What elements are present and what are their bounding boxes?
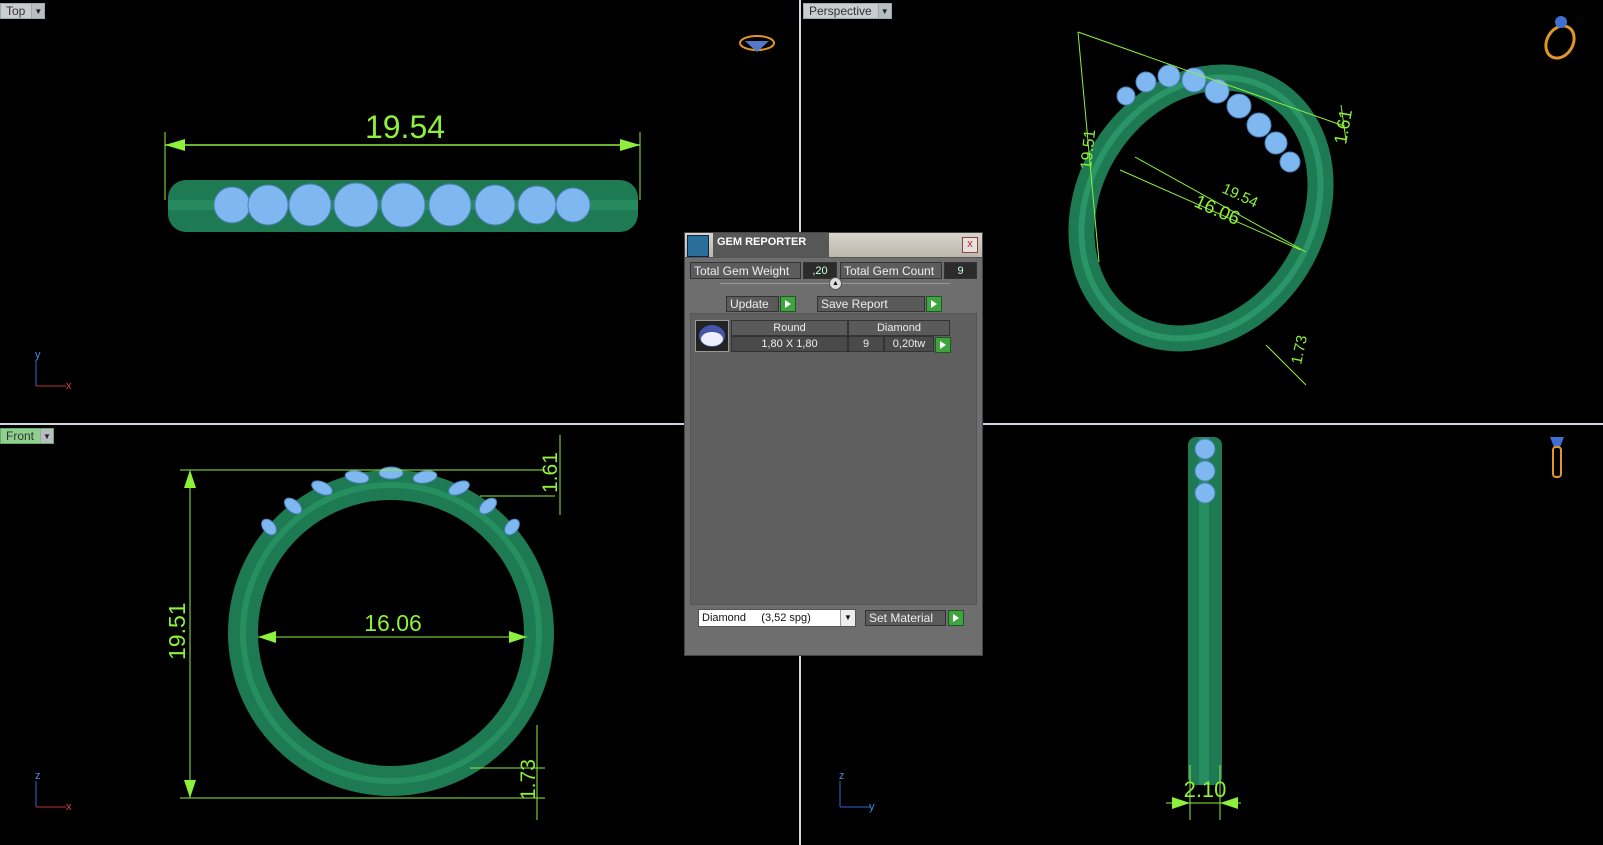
front-dim-bottom: 1.73 xyxy=(517,759,540,800)
right-dim-width: 2.10 xyxy=(1184,777,1227,802)
chevron-down-icon[interactable]: ▼ xyxy=(31,4,45,18)
viewport-perspective-label[interactable]: Perspective ▼ xyxy=(803,3,892,19)
total-gem-count-label: Total Gem Count xyxy=(840,262,942,279)
gem-view-icon[interactable] xyxy=(739,35,775,52)
chevron-down-icon[interactable]: ▼ xyxy=(40,429,54,443)
gem-count-cell: 9 xyxy=(848,336,884,352)
top-dim-width: 19.54 xyxy=(365,109,445,145)
right-axis-z: z xyxy=(839,770,845,782)
update-go-icon[interactable] xyxy=(780,296,796,312)
gem-reporter-panel: GEM REPORTER x Total Gem Weight ,20 Tota… xyxy=(684,232,983,656)
chevron-down-icon[interactable]: ▼ xyxy=(877,4,891,18)
round-gem-icon xyxy=(695,320,729,352)
gem-material-cell: Diamond xyxy=(848,320,950,336)
material-select[interactable]: Diamond (3,52 spg) ▼ xyxy=(698,609,856,627)
total-gem-weight-label: Total Gem Weight xyxy=(690,262,801,279)
save-report-button[interactable]: Save Report xyxy=(817,296,925,312)
set-material-go-icon[interactable] xyxy=(948,610,964,626)
gem-reporter-app-icon xyxy=(687,235,709,257)
gem-reporter-title: GEM REPORTER xyxy=(713,233,829,257)
viewport-front-label[interactable]: Front ▼ xyxy=(0,428,55,444)
gem-shape-cell: Round xyxy=(731,320,848,336)
close-icon[interactable]: x xyxy=(962,237,978,253)
right-axis-y: y xyxy=(869,801,875,813)
gem-list[interactable]: Round Diamond 1,80 X 1,80 9 0,20tw xyxy=(690,313,977,605)
persp-dim-bottom: 1.73 xyxy=(1288,334,1311,366)
gem-weight-cell: 0,20tw xyxy=(884,336,934,352)
chevron-down-icon[interactable]: ▼ xyxy=(840,610,855,626)
top-view-canvas: 19.54 y x xyxy=(35,35,775,392)
set-material-button[interactable]: Set Material xyxy=(865,610,946,626)
front-dim-inner: 16.06 xyxy=(364,610,422,636)
update-button[interactable]: Update xyxy=(726,296,779,312)
viewport-top-label[interactable]: Top ▼ xyxy=(0,3,46,19)
front-view-canvas: 19.51 16.06 1.61 1.73 z x xyxy=(35,435,562,820)
collapse-icon[interactable]: ▲ xyxy=(829,277,842,290)
top-axis-x: x xyxy=(66,380,72,392)
total-gem-count-value[interactable]: 9 xyxy=(944,262,977,279)
viewport-top[interactable]: 19.54 y x Top ▼ xyxy=(0,0,799,423)
front-axis-z: z xyxy=(35,770,41,782)
gem-reporter-titlebar[interactable]: GEM REPORTER x xyxy=(685,233,982,258)
gem-size-cell: 1,80 X 1,80 xyxy=(731,336,848,352)
ring-view-icon[interactable] xyxy=(1540,16,1580,63)
front-dim-top: 1.61 xyxy=(539,452,562,493)
top-axis-y: y xyxy=(35,349,41,361)
gem-row-go-icon[interactable] xyxy=(935,337,951,353)
front-axis-x: x xyxy=(66,801,72,813)
total-gem-weight-value[interactable]: ,20 xyxy=(803,262,837,279)
save-report-go-icon[interactable] xyxy=(926,296,942,312)
viewport-front[interactable]: 19.51 16.06 1.61 1.73 z x Front ▼ xyxy=(0,425,799,845)
front-dim-height: 19.51 xyxy=(164,602,190,660)
persp-dim-top: 1.61 xyxy=(1330,108,1356,146)
side-view-icon[interactable] xyxy=(1550,437,1564,478)
